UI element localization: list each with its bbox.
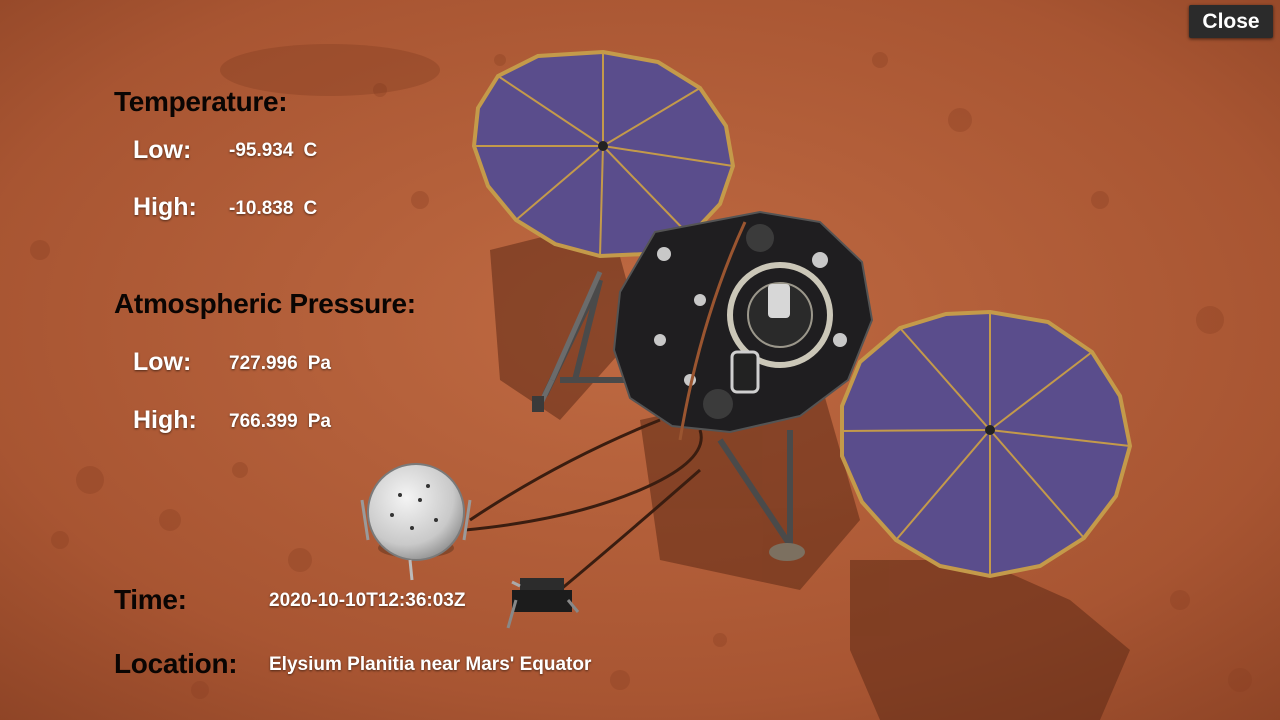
pressure-heading: Atmospheric Pressure: <box>114 288 416 319</box>
pressure-low-number: 727.996 <box>229 353 298 374</box>
pressure-low-unit: Pa <box>307 353 331 374</box>
temperature-low-unit: C <box>303 140 318 161</box>
pressure-high-label: High: <box>133 406 197 434</box>
temperature-high-label: High: <box>133 193 197 221</box>
pressure-high-value: 766.399 Pa <box>229 411 331 433</box>
pressure-high-unit: Pa <box>307 411 331 432</box>
pressure-high-number: 766.399 <box>229 411 298 432</box>
arm-grapple <box>532 396 544 412</box>
close-button[interactable]: Close <box>1189 5 1273 38</box>
pressure-low-value: 727.996 Pa <box>229 353 331 375</box>
location-value: Elysium Planitia near Mars' Equator <box>269 654 592 675</box>
temperature-high-number: -10.838 <box>229 198 294 219</box>
temperature-low-value: -95.934 C <box>229 140 317 162</box>
temperature-high-unit: C <box>303 198 318 219</box>
lander-footpad <box>769 543 805 561</box>
location-label: Location: <box>114 648 238 679</box>
temperature-heading: Temperature: <box>114 86 288 117</box>
temperature-low-label: Low: <box>133 136 192 164</box>
time-label: Time: <box>114 584 187 615</box>
pressure-low-label: Low: <box>133 348 192 376</box>
temperature-low-number: -95.934 <box>229 140 294 161</box>
time-value: 2020-10-10T12:36:03Z <box>269 590 466 611</box>
temperature-high-value: -10.838 C <box>229 198 317 220</box>
